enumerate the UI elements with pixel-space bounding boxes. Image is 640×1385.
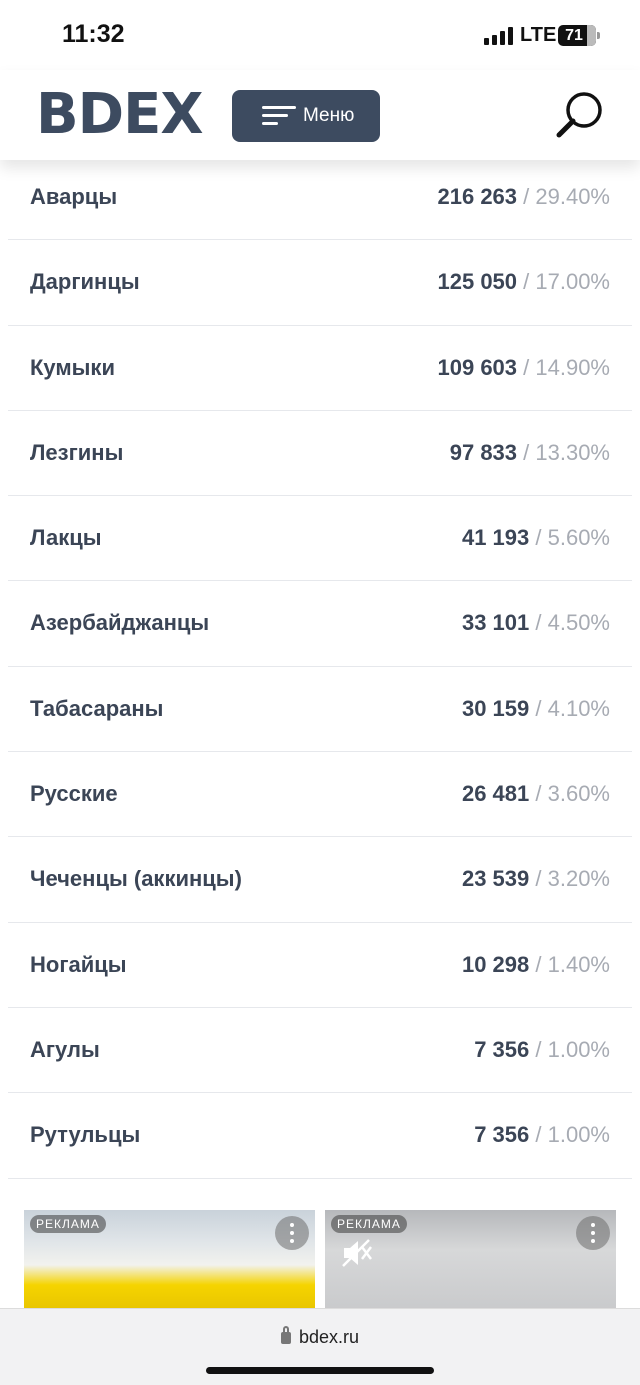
lock-icon: [280, 1326, 291, 1344]
menu-button[interactable]: Меню: [232, 90, 380, 142]
table-row: Русские 26 481 / 3.60%: [8, 752, 632, 838]
url-display[interactable]: bdex.ru: [0, 1326, 640, 1348]
row-name: Кумыки: [30, 354, 115, 380]
row-count: 125 050: [437, 269, 518, 295]
ads-block: РЕКЛАМА РЕКЛАМА: [24, 1210, 616, 1310]
signal-icon: [484, 27, 514, 45]
row-name: Даргинцы: [30, 269, 140, 295]
browser-address-bar[interactable]: bdex.ru: [0, 1308, 640, 1385]
row-count: 30 159: [461, 695, 530, 721]
table-row: Азербайджанцы 33 101 / 4.50%: [8, 581, 632, 667]
row-count: 41 193: [461, 525, 530, 551]
row-value: 10 298 / 1.40%: [462, 952, 610, 978]
row-count: 7 356: [474, 1036, 530, 1062]
row-name: Чеченцы (аккинцы): [30, 866, 242, 892]
row-percent: / 1.00%: [535, 1122, 610, 1148]
row-percent: / 14.90%: [523, 354, 610, 380]
row-percent: / 29.40%: [523, 184, 610, 209]
row-value: 7 356 / 1.00%: [474, 1122, 610, 1148]
row-value: 109 603 / 14.90%: [438, 355, 611, 381]
row-value: 7 356 / 1.00%: [474, 1037, 610, 1063]
row-name: Лакцы: [30, 525, 102, 551]
more-options-icon[interactable]: [275, 1216, 309, 1250]
row-percent: / 1.40%: [535, 951, 610, 977]
site-header: BDEX Меню: [0, 70, 640, 160]
population-table: Аварцы 216 263 / 29.40% Даргинцы 125 050 / …: [8, 155, 632, 1179]
row-count: 7 356: [474, 1122, 530, 1148]
row-percent: / 4.10%: [535, 695, 610, 721]
more-options-icon[interactable]: [576, 1216, 610, 1250]
row-count: 97 833: [449, 439, 518, 465]
table-row: Даргинцы 125 050 / 17.00%: [8, 240, 632, 326]
row-name: Аварцы: [30, 184, 118, 209]
search-icon[interactable]: [554, 90, 606, 142]
row-percent: / 3.20%: [535, 866, 610, 892]
row-value: 41 193 / 5.60%: [462, 525, 610, 551]
ad-label: РЕКЛАМА: [30, 1215, 106, 1233]
status-time: 11:32: [62, 20, 125, 48]
row-name: Русские: [30, 781, 118, 807]
row-count: 23 539: [461, 866, 530, 892]
table-row: Ногайцы 10 298 / 1.40%: [8, 923, 632, 1008]
row-percent: / 1.00%: [535, 1036, 610, 1062]
row-value: 216 263 / 29.40%: [438, 184, 611, 210]
ad-card[interactable]: РЕКЛАМА: [24, 1210, 315, 1310]
table-row: Рутульцы 7 356 / 1.00%: [8, 1093, 632, 1179]
row-value: 23 539 / 3.20%: [462, 866, 610, 892]
menu-button-label: Меню: [303, 105, 355, 126]
url-text: bdex.ru: [298, 1327, 360, 1347]
row-percent: / 4.50%: [535, 610, 610, 636]
row-count: 33 101: [461, 610, 530, 636]
row-name: Азербайджанцы: [30, 610, 210, 636]
table-row: Аварцы 216 263 / 29.40%: [8, 155, 632, 241]
row-name: Ногайцы: [30, 951, 127, 977]
table-row: Кумыки 109 603 / 14.90%: [8, 326, 632, 411]
table-row: Лакцы 41 193 / 5.60%: [8, 496, 632, 582]
table-row: Агулы 7 356 / 1.00%: [8, 1008, 632, 1094]
row-value: 30 159 / 4.10%: [462, 696, 610, 722]
row-count: 26 481: [461, 781, 530, 807]
site-logo[interactable]: BDEX: [36, 84, 204, 146]
row-count: 216 263: [437, 184, 518, 209]
status-bar: 11:32 LTE 71: [0, 0, 640, 70]
row-percent: / 13.30%: [523, 439, 610, 465]
home-indicator[interactable]: [206, 1367, 434, 1374]
row-count: 10 298: [461, 951, 530, 977]
row-name: Рутульцы: [30, 1122, 141, 1148]
row-value: 125 050 / 17.00%: [438, 269, 611, 295]
row-value: 97 833 / 13.30%: [450, 440, 610, 466]
row-name: Табасараны: [30, 695, 164, 721]
table-row: Чеченцы (аккинцы) 23 539 / 3.20%: [8, 837, 632, 923]
row-percent: / 3.60%: [535, 781, 610, 807]
battery-icon: 71: [558, 25, 600, 46]
ad-card[interactable]: РЕКЛАМА: [325, 1210, 616, 1310]
network-type: LTE: [520, 24, 557, 46]
row-value: 33 101 / 4.50%: [462, 610, 610, 636]
hamburger-icon: [262, 106, 296, 126]
battery-level: 71: [565, 27, 583, 44]
mute-icon[interactable]: [341, 1238, 373, 1268]
table-row: Табасараны 30 159 / 4.10%: [8, 667, 632, 753]
table-row: Лезгины 97 833 / 13.30%: [8, 411, 632, 497]
row-percent: / 5.60%: [535, 525, 610, 551]
row-name: Лезгины: [30, 439, 124, 465]
ad-label: РЕКЛАМА: [331, 1215, 407, 1233]
row-percent: / 17.00%: [523, 269, 610, 295]
row-count: 109 603: [437, 354, 518, 380]
row-name: Агулы: [30, 1036, 100, 1062]
row-value: 26 481 / 3.60%: [462, 781, 610, 807]
